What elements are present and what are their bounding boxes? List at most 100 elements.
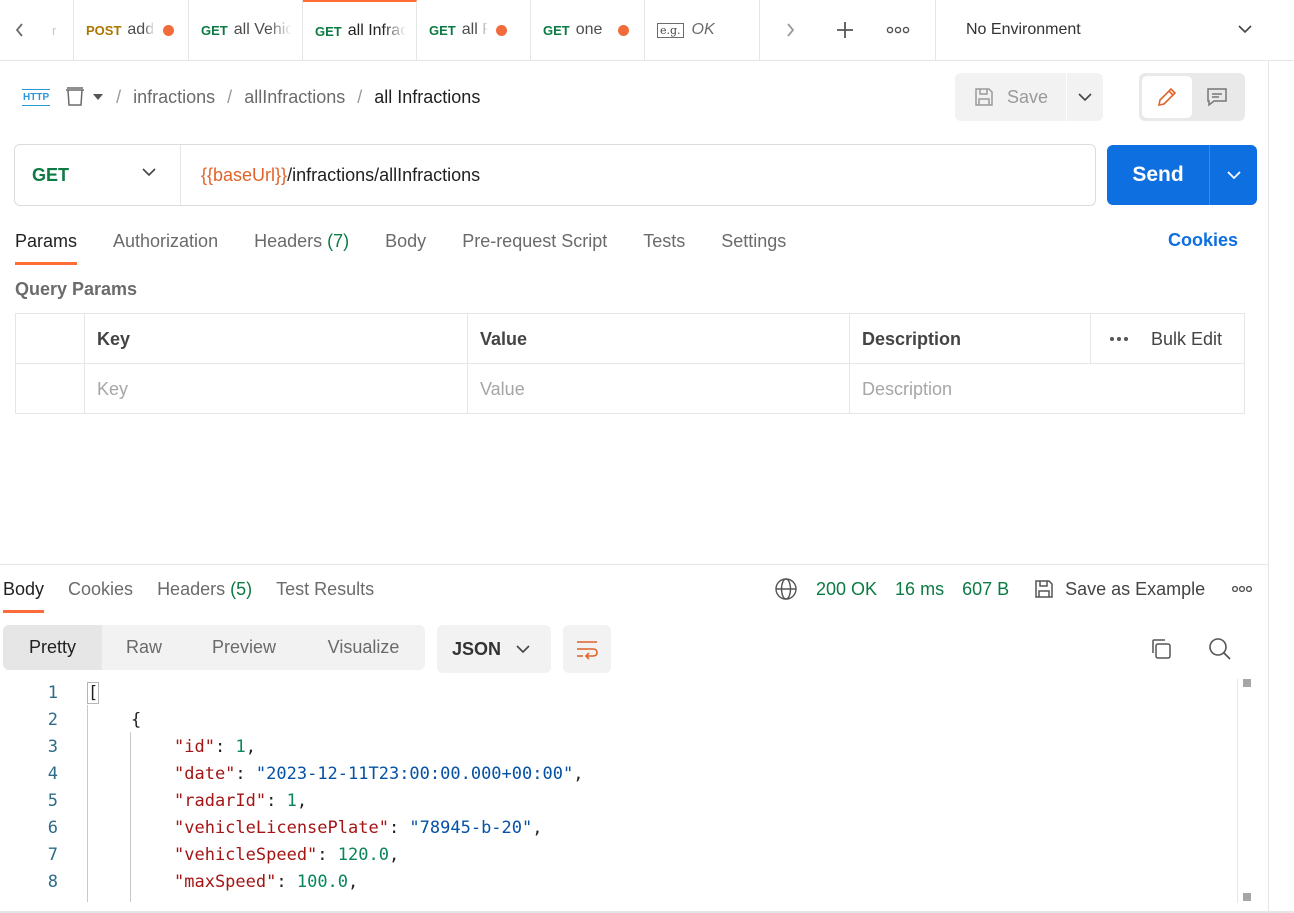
json-value: 100.0 (296, 872, 349, 892)
code-line: "id": 1, (174, 737, 256, 757)
bulk-edit-button[interactable]: Bulk Edit (1151, 329, 1222, 350)
scroll-down-marker (1243, 893, 1251, 901)
wrap-lines-button[interactable] (563, 625, 611, 673)
view-visualize-button[interactable]: Visualize (302, 625, 425, 670)
json-value: "78945-b-20" (409, 818, 533, 838)
tab-title: add (127, 21, 155, 38)
collection-icon[interactable] (64, 86, 104, 108)
column-header-key: Key (84, 314, 467, 364)
json-value: 120.0 (337, 845, 389, 865)
request-tabs: Params Authorization Headers (7) Body Pr… (15, 228, 822, 265)
breadcrumb-item-infractions[interactable]: infractions (133, 87, 215, 108)
breadcrumb-separator: / (116, 86, 122, 107)
view-preview-button[interactable]: Preview (186, 625, 302, 670)
tab-response-headers[interactable]: Headers (5) (157, 576, 252, 612)
tab-headers[interactable]: Headers (7) (254, 228, 349, 264)
code-line: "vehicleSpeed": 120.0, (174, 845, 400, 865)
tab-request[interactable]: POST add (74, 0, 189, 60)
line-number: 6 (47, 818, 58, 838)
send-button[interactable]: Send (1107, 145, 1209, 205)
tab-params[interactable]: Params (15, 228, 78, 265)
code-line: { (131, 710, 142, 730)
response-headers-count: (5) (230, 579, 253, 599)
response-more-options-icon[interactable] (1231, 585, 1253, 593)
tab-method: GET (201, 22, 228, 38)
column-header-value: Value (467, 314, 849, 364)
response-size[interactable]: 607 B (962, 579, 1009, 600)
code-bracket: [ (86, 682, 100, 704)
param-key-input[interactable]: Key (84, 364, 467, 414)
tab-request[interactable]: GET one (531, 0, 645, 60)
scroll-up-marker (1243, 679, 1251, 687)
tab-response-headers-label: Headers (157, 579, 226, 599)
tab-title: all Radars (461, 21, 488, 38)
comment-icon (1207, 88, 1227, 107)
indent-guide (130, 732, 131, 902)
vertical-scrollbar[interactable] (1237, 679, 1255, 903)
caret-down-icon (93, 94, 104, 100)
status-code[interactable]: 200 OK (816, 579, 877, 600)
chevron-down-icon (1238, 25, 1252, 34)
save-options-button[interactable] (1067, 73, 1103, 121)
tab-test-results[interactable]: Test Results (276, 576, 374, 612)
param-value-input[interactable]: Value (467, 364, 849, 414)
response-time[interactable]: 16 ms (895, 579, 944, 600)
tab-options-more-icon[interactable] (878, 0, 918, 60)
tab-method: POST (86, 22, 122, 38)
globe-icon[interactable] (774, 577, 798, 601)
scroll-tabs-left-icon[interactable] (0, 0, 40, 60)
tab-response-body[interactable]: Body (3, 576, 45, 613)
pencil-icon (1157, 87, 1177, 107)
tab-tests[interactable]: Tests (643, 228, 685, 264)
tab-pre-request-script[interactable]: Pre-request Script (462, 228, 607, 264)
tab-title: one (575, 21, 603, 38)
json-key: "radarId" (174, 791, 267, 811)
tab-hidden-partial[interactable]: r (40, 0, 74, 60)
tab-request-active[interactable]: GET all Infractions (303, 0, 417, 60)
json-value: 1 (235, 737, 246, 757)
tab-response-cookies[interactable]: Cookies (68, 576, 133, 612)
json-value: 1 (286, 791, 297, 811)
url-input[interactable]: {{baseUrl}}/infractions/allInfractions (181, 165, 480, 186)
headers-count: (7) (327, 231, 350, 251)
format-select[interactable]: JSON (437, 625, 551, 673)
tab-request[interactable]: GET all Radars (417, 0, 531, 60)
cookies-link[interactable]: Cookies (1168, 230, 1238, 251)
table-header-row: Key Value Description Bulk Edit (16, 314, 1244, 364)
param-description-input[interactable]: Description (849, 364, 1244, 414)
tab-request[interactable]: GET all Vehicles (189, 0, 303, 60)
breadcrumb-item-allinfractions[interactable]: allInfractions (244, 87, 345, 108)
tab-body[interactable]: Body (385, 228, 426, 264)
response-body-editor[interactable]: 1 2 3 4 5 6 7 8 [ { "id": 1, "date": "20… (0, 679, 1236, 902)
response-meta: 200 OK 16 ms 607 B Save as Example (774, 576, 1253, 602)
send-options-button[interactable] (1209, 145, 1257, 205)
more-options-icon[interactable] (1109, 336, 1129, 342)
breadcrumb-separator: / (357, 86, 363, 107)
view-pretty-button[interactable]: Pretty (3, 625, 102, 670)
query-params-title: Query Params (15, 279, 138, 299)
http-method-select[interactable]: GET (15, 145, 181, 205)
column-header-description: Description (849, 314, 1090, 364)
save-button[interactable]: Save (955, 73, 1066, 121)
tab-authorization[interactable]: Authorization (113, 228, 218, 264)
save-as-example-button[interactable]: Save as Example (1033, 578, 1205, 600)
search-icon[interactable] (1208, 637, 1232, 661)
comments-button[interactable] (1192, 76, 1242, 118)
tab-method: GET (543, 22, 570, 38)
breadcrumb: HTTP / infractions / allInfractions / al… (22, 80, 480, 114)
tab-example[interactable]: e.g. OK (645, 0, 760, 60)
new-tab-plus-icon[interactable] (825, 0, 865, 60)
tab-settings[interactable]: Settings (721, 228, 786, 264)
view-raw-button[interactable]: Raw (102, 625, 186, 670)
table-row: Key Value Description (16, 364, 1244, 414)
request-title[interactable]: all Infractions (374, 87, 480, 108)
json-key: "date" (174, 764, 236, 784)
environment-selector[interactable]: No Environment (935, 0, 1294, 60)
copy-icon[interactable] (1149, 637, 1173, 661)
chevron-down-icon (1226, 171, 1241, 180)
json-value: "2023-12-11T23:00:00.000+00:00" (255, 764, 574, 784)
scroll-tabs-right-icon[interactable] (770, 0, 810, 60)
edit-mode-button[interactable] (1142, 76, 1192, 118)
pane-divider[interactable] (0, 564, 1268, 565)
tab-title: OK (691, 21, 715, 38)
